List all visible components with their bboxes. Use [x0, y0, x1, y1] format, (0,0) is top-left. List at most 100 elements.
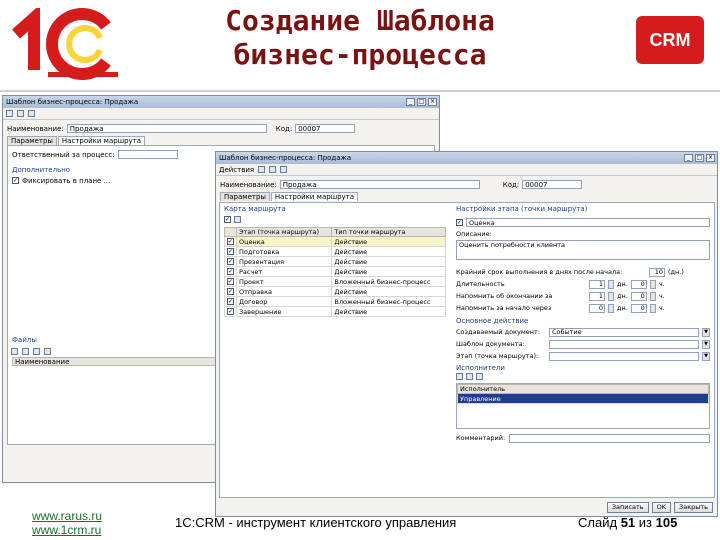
- stage-type: Действие: [331, 236, 446, 247]
- maximize-icon[interactable]: □: [695, 154, 704, 162]
- stage-name: Оценка: [235, 236, 333, 247]
- actions-menu[interactable]: Действия: [219, 166, 254, 174]
- executor-select[interactable]: [549, 351, 699, 361]
- link-rarus[interactable]: www.rarus.ru: [32, 509, 102, 523]
- title-line-2: бизнес-процесса: [233, 38, 487, 71]
- spin-icon[interactable]: [608, 303, 614, 313]
- create-doc-select[interactable]: Событие: [549, 327, 699, 337]
- toolbar-icon[interactable]: [466, 373, 473, 380]
- stage-name: Завершение: [235, 306, 333, 317]
- stage-name-field[interactable]: Оценка: [466, 217, 710, 227]
- table-row[interactable]: ✓ Отправка Действие: [224, 286, 446, 297]
- front-tab-panel: Карта маршрута ✓ Этап (точка маршрута) Т…: [219, 202, 715, 498]
- table-row[interactable]: ✓ Расчет Действие: [224, 266, 446, 277]
- front-tabs: Параметры Настройки маршрута: [216, 192, 717, 201]
- spin-icon[interactable]: [608, 291, 614, 301]
- comment-field[interactable]: [509, 433, 710, 443]
- responsible-field[interactable]: [117, 150, 178, 159]
- toolbar-icon[interactable]: [22, 347, 29, 355]
- table-row[interactable]: ✓ Презентация Действие: [224, 256, 446, 267]
- duration-hours-field[interactable]: 0: [630, 279, 647, 289]
- grid-header-type: Тип точки маршрута: [331, 227, 446, 237]
- chevron-down-icon[interactable]: ▼: [702, 351, 710, 361]
- spin-icon[interactable]: [608, 279, 614, 289]
- remind2-days-field[interactable]: 0: [589, 303, 605, 313]
- spin-icon[interactable]: [649, 279, 656, 289]
- executor-label: Этап (точка маршрута):: [456, 352, 539, 360]
- back-toolbar: [3, 108, 439, 120]
- toolbar-icon[interactable]: [269, 166, 277, 173]
- slide-total: 105: [655, 515, 678, 530]
- remind2-hours-field[interactable]: 0: [630, 303, 647, 313]
- stage-type: Вложенный бизнес-процесс: [331, 296, 446, 307]
- create-doc-row: Создаваемый документ: Событие ▼: [456, 326, 710, 338]
- slide-of: из: [638, 515, 653, 530]
- name-field[interactable]: Продажа: [66, 124, 267, 133]
- table-row[interactable]: ✓ Проект Вложенный бизнес-процесс: [224, 276, 446, 287]
- logo-1c-icon: [12, 8, 118, 80]
- toolbar-icon[interactable]: [28, 110, 35, 117]
- spin-icon[interactable]: [649, 303, 656, 313]
- name-field[interactable]: Продажа: [279, 180, 480, 189]
- duration-label: Длительность: [456, 280, 505, 288]
- toolbar-icon[interactable]: [11, 347, 18, 355]
- close-icon[interactable]: ×: [428, 98, 437, 106]
- table-row[interactable]: Управление: [457, 393, 709, 404]
- remind2-row: Напомнить за начало через 0 дн. 0 ч.: [456, 302, 710, 314]
- template-select[interactable]: [549, 339, 699, 349]
- stage-name: Подготовка: [235, 246, 333, 257]
- front-window-titlebar: Шаблон бизнес-процесса: Продажа _ □ ×: [216, 152, 717, 164]
- remind-days-field[interactable]: 1: [589, 291, 605, 301]
- toolbar-icon[interactable]: [17, 110, 24, 117]
- chevron-down-icon[interactable]: ▼: [702, 327, 710, 337]
- maximize-icon[interactable]: □: [417, 98, 426, 106]
- toolbar-icon[interactable]: [280, 166, 288, 173]
- stage-name-row: ✓ Оценка: [456, 216, 710, 228]
- tab-route-settings[interactable]: Настройки маршрута: [270, 192, 359, 201]
- toolbar-icon[interactable]: [258, 166, 266, 173]
- chevron-down-icon[interactable]: ▼: [702, 339, 710, 349]
- tab-parameters[interactable]: Параметры: [220, 192, 270, 201]
- checkbox[interactable]: ✓: [12, 177, 19, 184]
- checkbox[interactable]: ✓: [456, 218, 463, 226]
- stage-name: Проект: [235, 276, 333, 287]
- minimize-icon[interactable]: _: [684, 154, 693, 162]
- minimize-icon[interactable]: _: [406, 98, 415, 106]
- tab-parameters[interactable]: Параметры: [7, 136, 57, 145]
- tab-route-settings[interactable]: Настройки маршрута: [57, 136, 146, 145]
- route-toolbar: ✓: [224, 216, 241, 223]
- executor-header: Исполнитель: [457, 384, 709, 394]
- route-grid: Этап (точка маршрута) Тип точки маршрута…: [224, 227, 446, 317]
- table-row[interactable]: ✓ Завершение Действие: [224, 306, 446, 317]
- table-row[interactable]: ✓ Договор Вложенный бизнес-процесс: [224, 296, 446, 307]
- stage-type: Действие: [331, 286, 446, 297]
- toolbar-icon[interactable]: [456, 373, 463, 380]
- remind2-label: Напомнить за начало через: [456, 304, 552, 312]
- duration-days-field[interactable]: 1: [589, 279, 605, 289]
- code-field[interactable]: 00007: [522, 180, 583, 189]
- slide-header: Создание Шаблона бизнес-процесса CRM: [0, 0, 720, 92]
- toolbar-icon[interactable]: [476, 373, 483, 380]
- remind-hours-field[interactable]: 0: [630, 291, 647, 301]
- link-1crm[interactable]: www.1crm.ru: [32, 523, 102, 537]
- stage-type: Действие: [331, 266, 446, 277]
- description-label-row: Описание:: [456, 228, 710, 240]
- deadline-field[interactable]: 10: [649, 267, 665, 277]
- check-all-icon[interactable]: ✓: [224, 216, 231, 223]
- toolbar-icon[interactable]: [33, 347, 40, 355]
- toolbar-icon[interactable]: [44, 347, 51, 355]
- footer-caption: 1С:CRM - инструмент клиентского управлен…: [175, 515, 457, 530]
- slide-prefix: Слайд: [578, 515, 618, 530]
- table-row[interactable]: ✓ Подготовка Действие: [224, 246, 446, 257]
- slide-number: Слайд 51 из 105: [578, 515, 677, 530]
- toolbar-icon[interactable]: [6, 110, 13, 117]
- spin-icon[interactable]: [649, 291, 656, 301]
- code-field[interactable]: 00007: [295, 124, 356, 133]
- description-field[interactable]: Оценить потребности клиента: [456, 240, 710, 260]
- toolbar-icon[interactable]: [234, 216, 241, 223]
- back-window-titlebar: Шаблон бизнес-процесса: Продажа _ □ ×: [3, 96, 439, 108]
- close-icon[interactable]: ×: [706, 154, 715, 162]
- slide-num: 51: [620, 515, 636, 530]
- table-row[interactable]: ✓ Оценка Действие: [224, 236, 446, 247]
- responsible-label: Ответственный за процесс:: [12, 150, 115, 159]
